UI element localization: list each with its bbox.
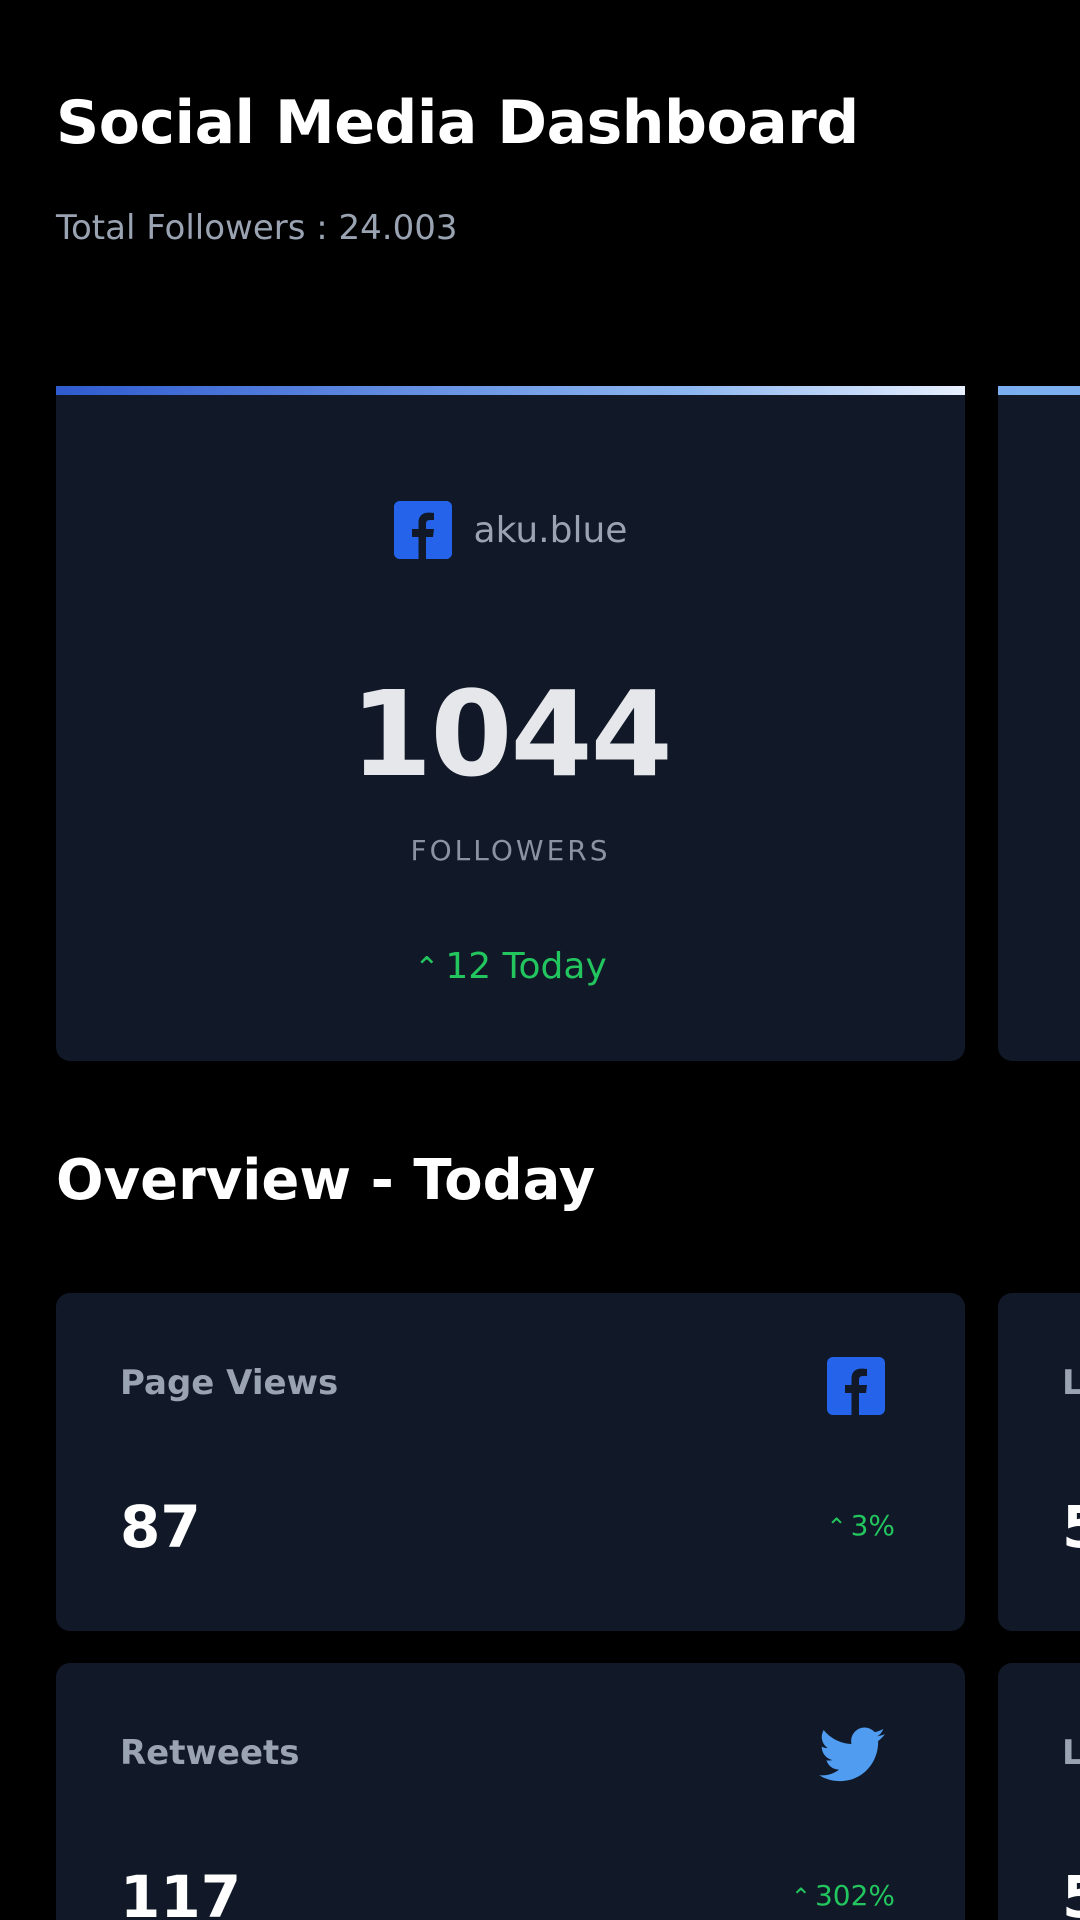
facebook-icon xyxy=(393,501,452,559)
card-accent-bar xyxy=(56,386,965,395)
overview-value: 5 xyxy=(1062,1863,1080,1920)
overview-delta-text: 302% xyxy=(814,1879,895,1912)
overview-label: Page Views xyxy=(120,1363,339,1403)
overview-value: 117 xyxy=(120,1863,242,1920)
overview-label: L xyxy=(1062,1733,1080,1773)
overview-value: 87 xyxy=(120,1493,201,1561)
follower-card-twitter[interactable] xyxy=(998,386,1080,1061)
followers-label: FOLLOWERS xyxy=(410,834,611,867)
overview-title: Overview - Today xyxy=(56,1148,596,1213)
overview-value: 5 xyxy=(1062,1493,1080,1561)
caret-up-icon: ⌃ xyxy=(826,1513,847,1541)
overview-label: L xyxy=(1062,1363,1080,1403)
follower-count: 1044 xyxy=(350,665,672,803)
follower-card-facebook[interactable]: aku.blue 1044 FOLLOWERS ⌃ 12 Today xyxy=(56,386,965,1061)
overview-label: Retweets xyxy=(120,1733,300,1773)
card-accent-bar xyxy=(998,386,1080,395)
overview-delta: ⌃ 302% xyxy=(791,1879,895,1912)
total-followers: Total Followers : 24.003 xyxy=(56,208,458,248)
follower-delta: ⌃ 12 Today xyxy=(56,946,965,987)
overview-card-retweets[interactable]: Retweets 117 ⌃ 302% xyxy=(56,1663,965,1920)
overview-delta: ⌃ 3% xyxy=(826,1509,895,1542)
follower-delta-text: 12 Today xyxy=(445,946,607,987)
overview-delta-text: 3% xyxy=(850,1509,895,1542)
overview-card-likes-2[interactable]: L 5 xyxy=(998,1663,1080,1920)
dashboard-page: Social Media Dashboard Total Followers :… xyxy=(0,0,1080,1920)
overview-card-likes[interactable]: L 5 xyxy=(998,1293,1080,1631)
caret-up-icon: ⌃ xyxy=(790,1883,811,1911)
account-handle: aku.blue xyxy=(473,509,628,551)
page-title: Social Media Dashboard xyxy=(56,88,859,158)
overview-card-page-views[interactable]: Page Views 87 ⌃ 3% xyxy=(56,1293,965,1631)
twitter-icon xyxy=(819,1727,885,1787)
facebook-icon xyxy=(827,1357,885,1419)
handle-row: aku.blue xyxy=(56,501,965,559)
caret-up-icon: ⌃ xyxy=(414,950,440,986)
